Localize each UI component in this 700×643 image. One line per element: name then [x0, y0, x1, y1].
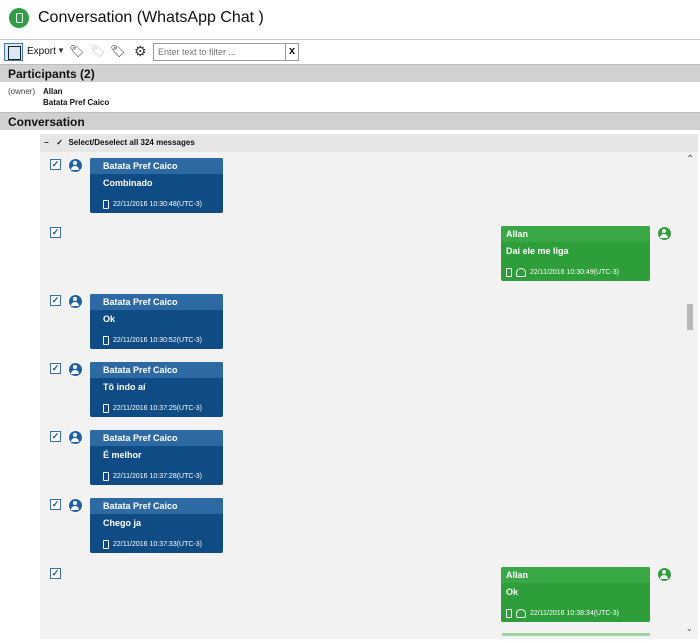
window-title: Conversation (WhatsApp Chat ) — [38, 9, 264, 26]
message-bubble-outgoing[interactable]: Allan Daí ele me liga 22/11/2016 10:30:4… — [501, 226, 650, 281]
message-text: Daí ele me liga — [506, 246, 569, 256]
layout-toggle-icon[interactable] — [4, 43, 23, 61]
tag-add-icon[interactable]: 🏷 — [69, 45, 84, 57]
message-sender: Batata Pref Caico — [90, 294, 223, 310]
participants-list: (owner) Allan Batata Pref Caico — [0, 82, 700, 112]
scroll-up-icon[interactable]: ⌃ — [686, 154, 694, 165]
scroll-down-icon[interactable]: ⌄ — [686, 624, 693, 633]
tag-remove-icon[interactable]: 🏷 — [90, 45, 105, 57]
phone-icon — [103, 404, 109, 413]
message-bubble-incoming[interactable]: Batata Pref Caico É melhor 22/11/2016 10… — [90, 430, 223, 485]
message-timestamp: 22/11/2016 10:30:52(UTC-3) — [113, 337, 202, 344]
title-bar: Conversation (WhatsApp Chat ) — [0, 0, 700, 38]
message-checkbox[interactable]: ✓ — [50, 227, 61, 238]
message-sender: Batata Pref Caico — [90, 158, 223, 174]
message-text: Ok — [506, 587, 519, 597]
phone-icon — [103, 336, 109, 345]
message-bubble-incoming[interactable]: Batata Pref Caico Ok 22/11/2016 10:30:52… — [90, 294, 223, 349]
avatar-icon — [68, 362, 83, 377]
select-all-label[interactable]: Select/Deselect all 324 messages — [68, 138, 194, 147]
clear-filter-button[interactable]: x — [285, 43, 299, 61]
message-checkbox[interactable]: ✓ — [50, 568, 61, 579]
chevron-down-icon[interactable]: ▼ — [57, 46, 65, 55]
avatar-icon — [68, 294, 83, 309]
tag-icon[interactable]: 🏷 — [110, 45, 125, 57]
message-sender: Batata Pref Caico — [90, 498, 223, 514]
avatar-icon — [68, 158, 83, 173]
participant-name: Batata Pref Caico — [43, 98, 110, 107]
message-timestamp: 22/11/2016 10:30:48(UTC-3) — [113, 201, 202, 208]
message-checkbox[interactable]: ✓ — [50, 431, 61, 442]
phone-icon — [506, 609, 512, 618]
avatar-icon — [657, 567, 672, 582]
message-bubble-incoming[interactable]: Batata Pref Caico Tô indo aí 22/11/2016 … — [90, 362, 223, 417]
group-icon — [516, 268, 526, 277]
message-timestamp: 22/11/2016 10:37:25(UTC-3) — [113, 405, 202, 412]
message-text: Chego ja — [103, 518, 142, 528]
message-text: Combinado — [103, 178, 153, 188]
message-bubble-incoming[interactable]: Batata Pref Caico Combinado 22/11/2016 1… — [90, 158, 223, 213]
message-bubble-incoming[interactable]: Batata Pref Caico Chego ja 22/11/2016 10… — [90, 498, 223, 553]
avatar-icon — [68, 498, 83, 513]
message-timestamp: 22/11/2016 10:37:28(UTC-3) — [113, 473, 202, 480]
message-bubble-outgoing[interactable]: Allan Ok 22/11/2016 10:38:34(UTC-3) — [501, 567, 650, 622]
message-text: É melhor — [103, 450, 142, 460]
phone-icon — [103, 472, 109, 481]
message-checkbox[interactable]: ✓ — [50, 363, 61, 374]
message-text: Ok — [103, 314, 116, 324]
export-button[interactable]: Export — [27, 46, 56, 57]
phone-icon — [103, 540, 109, 549]
phone-icon — [506, 268, 512, 277]
message-checkbox[interactable]: ✓ — [50, 159, 61, 170]
avatar-icon — [68, 430, 83, 445]
left-gutter — [0, 130, 40, 643]
message-checkbox[interactable]: ✓ — [50, 499, 61, 510]
toolbar: Export ▼ 🏷 🏷 🏷 ⚙ x — [0, 39, 700, 64]
select-all-row[interactable]: − ✓ Select/Deselect all 324 messages — [40, 134, 698, 152]
message-text: Tô indo aí — [103, 382, 146, 392]
message-sender: Batata Pref Caico — [90, 362, 223, 378]
owner-label: (owner) — [8, 87, 36, 96]
whatsapp-phone-icon — [9, 8, 29, 28]
next-message-edge — [502, 633, 650, 636]
message-sender: Allan — [501, 226, 650, 242]
message-timestamp: 22/11/2016 10:37:33(UTC-3) — [113, 541, 202, 548]
phone-icon — [103, 200, 109, 209]
conversation-header[interactable]: Conversation — [0, 112, 700, 130]
group-icon — [516, 609, 526, 618]
scrollbar-thumb[interactable] — [687, 304, 693, 330]
message-checkbox[interactable]: ✓ — [50, 295, 61, 306]
message-timestamp: 22/11/2016 10:30:49(UTC-3) — [530, 269, 619, 276]
participants-header[interactable]: Participants (2) — [0, 64, 700, 82]
participant-name: Allan — [43, 87, 63, 96]
collapse-icon[interactable]: − — [44, 138, 54, 147]
message-sender: Batata Pref Caico — [90, 430, 223, 446]
filter-input[interactable] — [153, 43, 286, 61]
avatar-icon — [657, 226, 672, 241]
gear-icon[interactable]: ⚙ — [134, 43, 147, 60]
message-sender: Allan — [501, 567, 650, 583]
check-icon[interactable]: ✓ — [56, 138, 66, 147]
message-timestamp: 22/11/2016 10:38:34(UTC-3) — [530, 610, 619, 617]
